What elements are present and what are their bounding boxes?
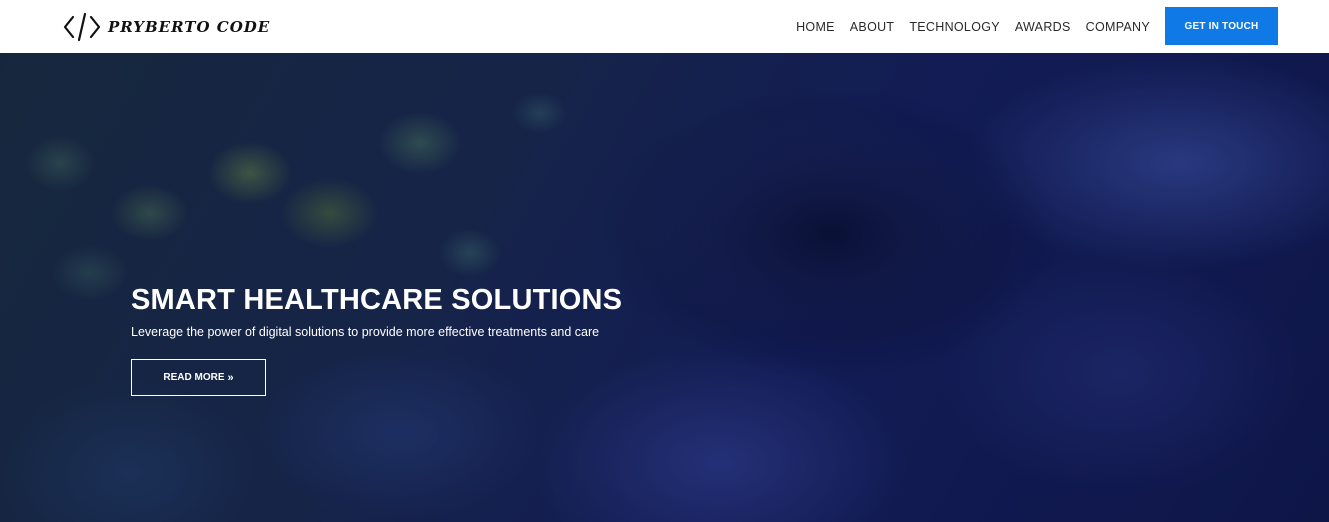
brand-name: PRYBERTO CODE [108, 18, 271, 36]
nav-link-home[interactable]: HOME [796, 20, 835, 34]
hero-title: SMART HEALTHCARE SOLUTIONS [131, 284, 623, 316]
nav-link-company[interactable]: COMPANY [1086, 20, 1150, 34]
double-chevron-right-icon: » [227, 371, 234, 384]
read-more-button[interactable]: READ MORE » [131, 359, 266, 396]
nav-link-awards[interactable]: AWARDS [1015, 20, 1071, 34]
main-nav: HOME ABOUT TECHNOLOGY AWARDS COMPANY [796, 0, 1150, 53]
code-brackets-icon [63, 12, 101, 42]
brand-logo-link[interactable]: PRYBERTO CODE [62, 10, 270, 44]
page: PRYBERTO CODE HOME ABOUT TECHNOLOGY AWAR… [0, 0, 1329, 522]
hero-subtitle: Leverage the power of digital solutions … [131, 325, 600, 339]
get-in-touch-button[interactable]: GET IN TOUCH [1165, 7, 1278, 45]
hero-content: SMART HEALTHCARE SOLUTIONS Leverage the … [131, 282, 691, 396]
hero-section: SMART HEALTHCARE SOLUTIONS Leverage the … [0, 53, 1329, 522]
read-more-label: READ MORE [163, 372, 225, 383]
top-navbar: PRYBERTO CODE HOME ABOUT TECHNOLOGY AWAR… [0, 0, 1329, 53]
nav-link-technology[interactable]: TECHNOLOGY [909, 20, 1000, 34]
nav-link-about[interactable]: ABOUT [850, 20, 895, 34]
